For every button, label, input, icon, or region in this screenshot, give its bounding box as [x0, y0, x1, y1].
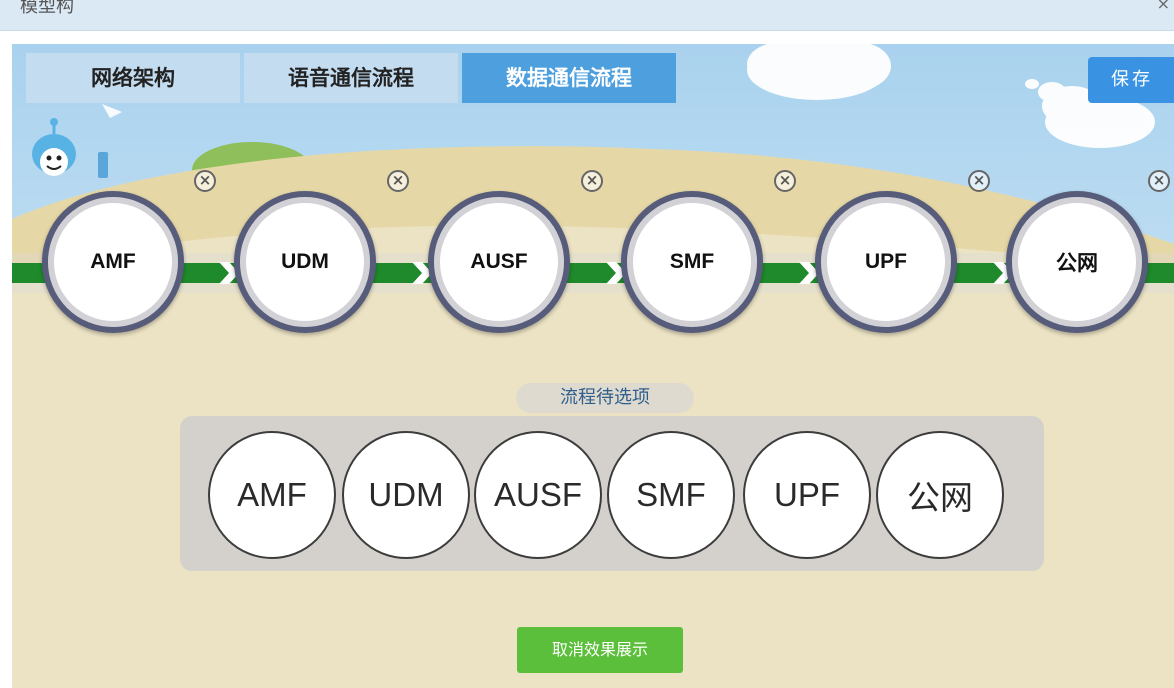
remove-amf-icon[interactable]: ×: [194, 170, 216, 192]
option-public-network[interactable]: 公网: [876, 431, 1004, 559]
close-icon[interactable]: ×: [1157, 0, 1170, 13]
flow-node-udm[interactable]: UDM: [234, 191, 376, 333]
options-label: 流程待选项: [516, 383, 694, 413]
option-udm[interactable]: UDM: [342, 431, 470, 559]
option-amf[interactable]: AMF: [208, 431, 336, 559]
remove-upf-icon[interactable]: ×: [968, 170, 990, 192]
option-upf[interactable]: UPF: [743, 431, 871, 559]
save-button[interactable]: 保存: [1088, 57, 1174, 103]
remove-ausf-icon[interactable]: ×: [581, 170, 603, 192]
flow-node-amf[interactable]: AMF: [42, 191, 184, 333]
tab-data-communication-flow[interactable]: 数据通信流程: [462, 53, 676, 103]
flow-node-public-network[interactable]: 公网: [1006, 191, 1148, 333]
option-ausf[interactable]: AUSF: [474, 431, 602, 559]
option-smf[interactable]: SMF: [607, 431, 735, 559]
tab-bar: 网络架构 语音通信流程 数据通信流程: [26, 53, 680, 103]
flow-editor-panel: 网络架构 语音通信流程 数据通信流程 保存 AMF UDM AUSF SMF U…: [12, 44, 1174, 688]
flow-node-upf[interactable]: UPF: [815, 191, 957, 333]
dialog-title: 模型构: [20, 0, 74, 17]
flow-node-smf[interactable]: SMF: [621, 191, 763, 333]
remove-smf-icon[interactable]: ×: [774, 170, 796, 192]
cancel-effect-display-button[interactable]: 取消效果展示: [517, 627, 683, 673]
flow-node-ausf[interactable]: AUSF: [428, 191, 570, 333]
tab-network-architecture[interactable]: 网络架构: [26, 53, 240, 103]
remove-udm-icon[interactable]: ×: [387, 170, 409, 192]
tab-voice-communication-flow[interactable]: 语音通信流程: [244, 53, 458, 103]
dialog-titlebar: 模型构 ×: [0, 0, 1174, 31]
background-scene: [12, 44, 1174, 688]
remove-public-network-icon[interactable]: ×: [1148, 170, 1170, 192]
